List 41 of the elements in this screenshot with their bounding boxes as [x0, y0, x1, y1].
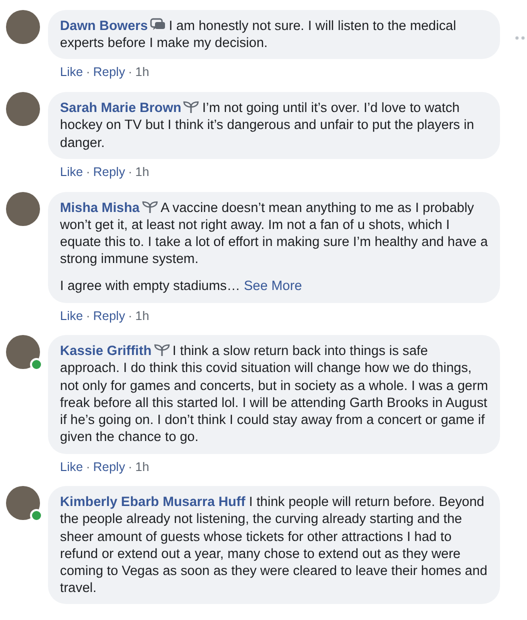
separator-dot: ·	[86, 458, 90, 476]
avatar-photo[interactable]	[6, 92, 40, 126]
sprout-icon	[183, 99, 200, 114]
timestamp: 1h	[135, 308, 150, 325]
separator-dot: ·	[86, 308, 90, 325]
timestamp: 1h	[135, 64, 150, 82]
comment-text: Dawn Bowers I am honestly not sure. I will listen to the medical experts before I make my decision.	[60, 17, 458, 52]
separator-dot: ·	[128, 164, 132, 181]
avatar-photo[interactable]	[6, 335, 40, 370]
author-name-link[interactable]: Kassie Griffith	[60, 343, 152, 358]
timestamp: 1h	[135, 164, 150, 181]
author-name-link[interactable]: Misha Misha	[60, 200, 140, 215]
separator-dot: ·	[128, 308, 132, 325]
action-link[interactable]: Reply	[93, 306, 126, 326]
author-name-link[interactable]: Sarah Marie Brown	[60, 100, 182, 116]
separator-dot: ·	[128, 64, 132, 82]
avatar-photo[interactable]	[6, 486, 40, 520]
author-name-link[interactable]: Dawn Bowers	[60, 18, 148, 33]
sprout-icon	[142, 198, 158, 214]
avatar-photo[interactable]	[6, 10, 40, 44]
action-link[interactable]: Like	[60, 306, 83, 326]
action-link[interactable]: Like	[60, 458, 83, 476]
action-link[interactable]: Reply	[93, 458, 126, 476]
separator-dot: ·	[128, 458, 132, 476]
separator-dot: ·	[86, 64, 90, 82]
timestamp: 1h	[135, 458, 150, 476]
action-link[interactable]: Reply	[93, 63, 126, 82]
separator-dot: ·	[86, 164, 90, 181]
action-link[interactable]: Like	[60, 63, 83, 82]
comment-text: Misha Misha A vaccine doesn’t mean anything to me as I probably won’t get it, at least not right away. Im not a fan of u shots, which I equate this to. I take a lot of effort in making sure I’m healthy and have a strong immune system.	[60, 198, 488, 268]
comment-text: I agree with empty stadiums… See More	[60, 277, 303, 295]
see-more-link[interactable]: See More	[244, 278, 302, 294]
sprout-icon	[154, 342, 170, 358]
comment-text: Kassie Griffith I think a slow return back into things is safe approach. I do think this covid situation will change how we do things, not only for games and concerts, but in society as a whole. I was a germ freak before all this started lol. I will be attending Garth Brooks in August if he’s going on. I don’t think I could stay away from a concert or game if given the chance to go.	[60, 342, 488, 446]
comment-text: Kimberly Ebarb Musarra Huff I think people will return before. Beyond the people already not listening, the curving already starting and the sheer amount of guests whose tickets for other attractions I had to refund or extend out a year, many chose to extend out as they were coming to Vegas as soon as they were cleared to leave their homes and travel.	[60, 493, 488, 596]
author-name-link[interactable]: Kimberly Ebarb Musarra Huff	[60, 494, 246, 510]
avatar-photo[interactable]	[6, 192, 40, 226]
action-link[interactable]: Like	[60, 162, 83, 182]
speech-bubbles-icon	[150, 17, 166, 32]
comment-text: Sarah Marie Brown I’m not going until it’s over. I’d love to watch hockey on TV but I think it’s dangerous and unfair to put the players in danger.	[60, 99, 476, 151]
action-link[interactable]: Reply	[93, 162, 126, 182]
